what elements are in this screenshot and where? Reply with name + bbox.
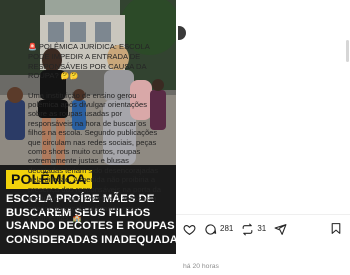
thinking-emoji-icon: 🤔🤔: [60, 73, 79, 81]
share-button[interactable]: [274, 223, 287, 236]
caption-title: 🚨 POLÊMICA JURÍDICA: ESCOLA PODE IMPEDIR…: [28, 42, 168, 82]
post-timestamp[interactable]: há 20 horas: [183, 263, 219, 271]
share-icon: [274, 223, 287, 235]
like-button[interactable]: [183, 223, 196, 236]
caption-title-line: 🚨 POLÊMICA JURÍDICA: ESCOLA: [28, 42, 150, 51]
headline-line: CONSIDERADAS INADEQUADAS: [6, 233, 176, 246]
action-bar: 281 31: [183, 221, 295, 237]
caption-body: Uma instituição de ensino gerou polêmica…: [28, 91, 168, 224]
caption-body-line: presença dos responsáveis na porta da: [28, 184, 161, 194]
caption-body-line: que circulam nas redes sociais, peças: [28, 137, 157, 147]
caption-body-line: interior da escola utilizando essas: [28, 203, 142, 213]
caption-body-line: responsáveis na hora de buscar os: [28, 118, 147, 128]
comment-icon: [205, 223, 217, 235]
caption-body-line: decotadas teriam sido desencorajadas: [28, 165, 159, 175]
like-count: 281: [220, 224, 234, 233]
caption-body-line: extremamente justas e blusas: [28, 156, 129, 166]
repost-button[interactable]: 31: [241, 223, 266, 236]
caption-body-line: como shorts muito curtos, roupas: [28, 147, 141, 157]
bookmark-icon: [331, 223, 341, 234]
repost-count: 31: [257, 224, 267, 233]
heart-icon: [183, 224, 196, 235]
comment-button[interactable]: 281: [204, 223, 233, 236]
school-emoji-icon: 🏫: [72, 214, 82, 222]
post-caption: 🚨 POLÊMICA JURÍDICA: ESCOLA PODE IMPEDIR…: [28, 42, 168, 223]
save-button[interactable]: [330, 222, 342, 235]
caption-body-line: pela direção. A medida não proibiria a: [28, 175, 156, 185]
caption-scrollbar[interactable]: [346, 40, 349, 62]
repost-icon: [242, 223, 253, 235]
caption-body-line: Uma instituição de ensino gerou: [28, 90, 137, 100]
caption-body-line: vestimentas. 🏫: [28, 212, 82, 222]
caption-body-line: sobre as roupas usadas por: [28, 109, 123, 119]
avatar[interactable]: [178, 26, 186, 40]
caption-body-line: instituição, mas impediria o acesso ao: [28, 194, 157, 204]
caption-body-line: filhos na escola. Segundo publicações: [28, 128, 158, 138]
caption-title-line: RESPONSÁVEIS POR CAUSA DA: [28, 61, 147, 71]
caption-body-line: polêmica após divulgar orientações: [28, 100, 148, 110]
actions-divider: [176, 214, 350, 215]
caption-title-line: ROUPA? 🤔🤔: [28, 71, 79, 81]
caption-title-line: PODE IMPEDIR A ENTRADA DE: [28, 52, 141, 62]
warning-siren-icon: 🚨: [28, 44, 37, 51]
